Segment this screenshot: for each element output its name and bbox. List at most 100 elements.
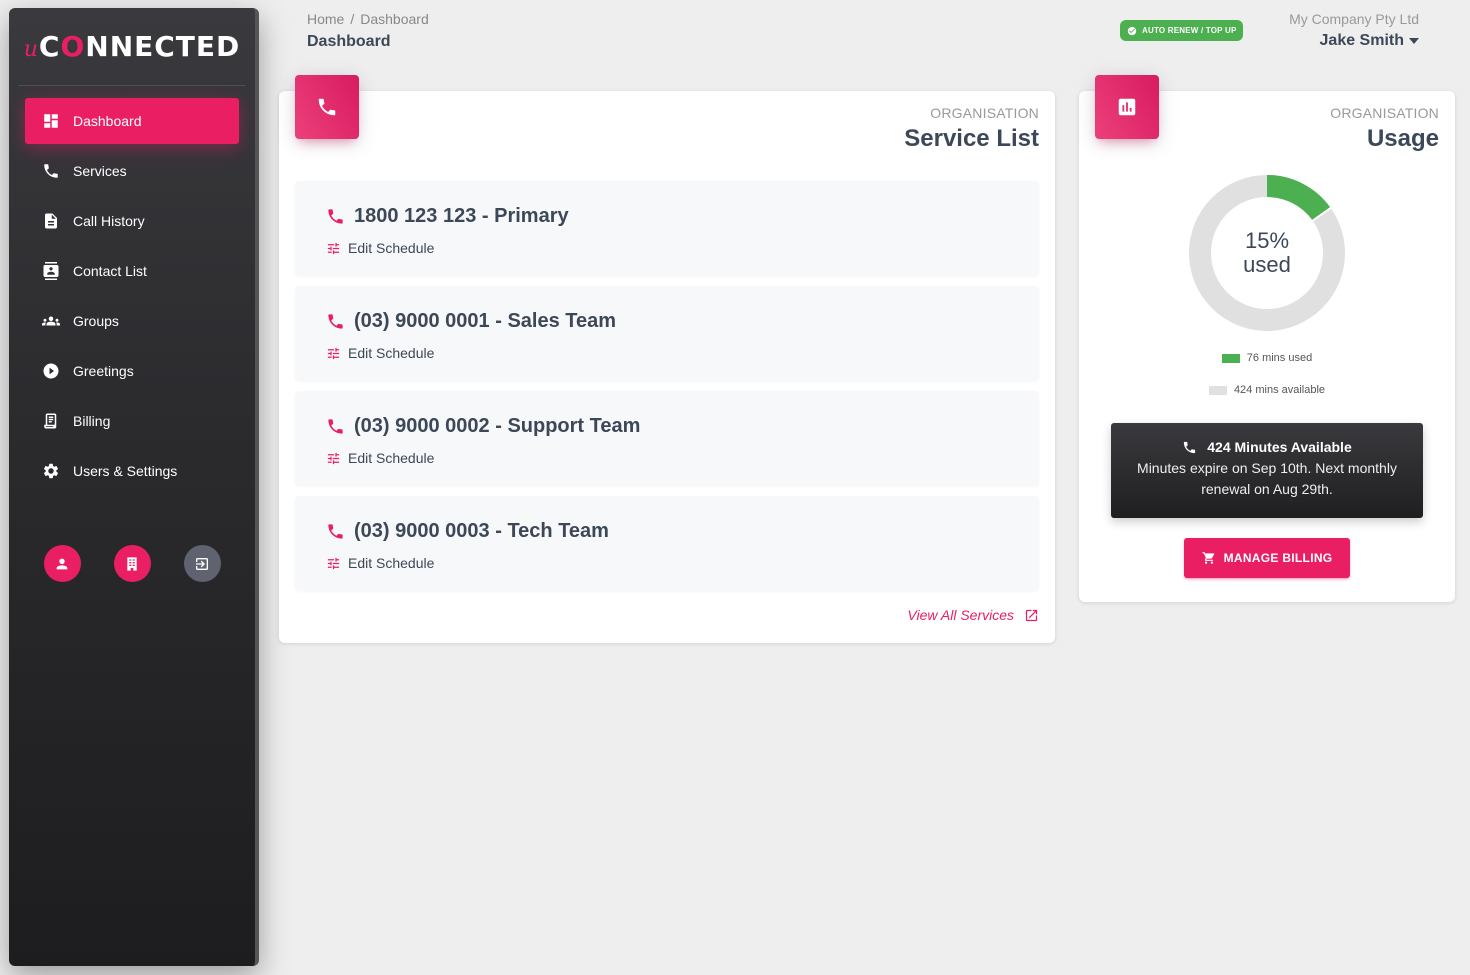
service-item[interactable]: (03) 9000 0003 - Tech Team Edit Schedule	[295, 496, 1039, 591]
phone-icon	[41, 161, 61, 181]
manage-billing-button[interactable]: MANAGE BILLING	[1184, 538, 1350, 578]
sidebar-item-dashboard[interactable]: Dashboard	[25, 98, 239, 144]
service-item[interactable]: (03) 9000 0001 - Sales Team Edit Schedul…	[295, 286, 1039, 381]
sidebar-item-call-history[interactable]: Call History	[25, 198, 239, 244]
minutes-heading-label: 424 Minutes Available	[1207, 439, 1352, 455]
service-name-label: 1800 123 123 - Primary	[354, 205, 569, 227]
edit-schedule-label: Edit Schedule	[348, 555, 435, 571]
legend-available: 424 mins available	[1079, 384, 1455, 396]
sidebar-item-label: Groups	[73, 313, 119, 329]
edit-schedule-link[interactable]: Edit Schedule	[326, 345, 1039, 361]
service-name[interactable]: (03) 9000 0003 - Tech Team	[326, 520, 1039, 543]
logout-icon	[196, 557, 208, 570]
sidebar-item-label: Contact List	[73, 263, 147, 279]
dashboard-icon	[41, 111, 61, 131]
sidebar-item-contact-list[interactable]: Contact List	[25, 248, 239, 294]
view-all-label: View All Services	[907, 607, 1014, 623]
legend-used-label: 76 mins used	[1246, 352, 1313, 364]
edit-schedule-label: Edit Schedule	[348, 240, 435, 256]
sidebar-item-users-settings[interactable]: Users & Settings	[25, 448, 239, 494]
caret-down-icon	[1409, 38, 1419, 44]
card-header-icon	[295, 75, 359, 139]
user-icon	[56, 558, 68, 569]
service-name[interactable]: (03) 9000 0002 - Support Team	[326, 415, 1039, 438]
sidebar-item-label: Greetings	[73, 363, 134, 379]
receipt-icon	[41, 411, 61, 431]
service-name-label: (03) 9000 0001 - Sales Team	[354, 310, 617, 332]
document-icon	[41, 211, 61, 231]
percent-used: 15%	[1244, 228, 1290, 253]
sliders-icon	[327, 347, 340, 359]
sidebar-item-billing[interactable]: Billing	[25, 398, 239, 444]
gear-icon	[41, 461, 61, 481]
phone-icon	[318, 98, 336, 116]
edit-schedule-link[interactable]: Edit Schedule	[326, 240, 1039, 256]
sidebar: uCONNECTED Dashboard Services Call Histo…	[9, 8, 259, 966]
auto-renew-badge[interactable]: AUTO RENEW / TOP UP	[1120, 20, 1244, 41]
user-menu[interactable]: Jake Smith	[1320, 32, 1419, 50]
card-category: ORGANISATION	[1330, 105, 1439, 121]
card-header-icon	[1095, 75, 1159, 139]
phone-icon	[328, 209, 343, 224]
page-title: Dashboard	[307, 33, 391, 50]
logo-text: uCONNECTED	[23, 30, 241, 63]
badge-label: AUTO RENEW / TOP UP	[1142, 26, 1237, 35]
sidebar-nav: Dashboard Services Call History Contact …	[9, 86, 255, 494]
view-all-services-link[interactable]: View All Services	[907, 607, 1039, 623]
service-list-card: ORGANISATION Service List 1800 123 123 -…	[279, 75, 1055, 643]
minutes-available-panel: 424 Minutes Available Minutes expire on …	[1111, 423, 1423, 518]
check-circle-icon	[1127, 26, 1137, 35]
sliders-icon	[327, 557, 340, 569]
sidebar-item-label: Users & Settings	[73, 463, 178, 479]
phone-icon	[328, 314, 343, 329]
edit-schedule-link[interactable]: Edit Schedule	[326, 450, 1039, 466]
breadcrumb: Home / Dashboard	[307, 11, 429, 27]
sidebar-item-label: Dashboard	[73, 113, 142, 129]
building-icon	[127, 556, 137, 571]
service-name[interactable]: (03) 9000 0001 - Sales Team	[326, 310, 1039, 333]
donut-center-label: 15% used	[1187, 173, 1347, 333]
logo[interactable]: uCONNECTED	[19, 8, 245, 86]
minutes-expiry-text: Minutes expire on Sep 10th. Next monthly…	[1137, 460, 1397, 497]
phone-icon	[328, 419, 343, 434]
service-item[interactable]: (03) 9000 0002 - Support Team Edit Sched…	[295, 391, 1039, 486]
sidebar-item-groups[interactable]: Groups	[25, 298, 239, 344]
phone-icon	[1184, 441, 1196, 453]
service-name[interactable]: 1800 123 123 - Primary	[326, 205, 1039, 228]
usage-donut: 15% used	[1187, 173, 1347, 333]
legend-available-label: 424 mins available	[1233, 384, 1326, 396]
manage-billing-label: MANAGE BILLING	[1223, 551, 1333, 565]
groups-icon	[41, 311, 61, 331]
breadcrumb-current[interactable]: Dashboard	[360, 11, 429, 27]
logout-button[interactable]	[183, 545, 221, 582]
bar-chart-icon	[1118, 98, 1136, 116]
service-name-label: (03) 9000 0002 - Support Team	[354, 415, 641, 437]
usage-card: ORGANISATION Usage 15% used 76 mins used…	[1079, 75, 1455, 602]
breadcrumb-home[interactable]: Home	[307, 11, 344, 27]
sidebar-item-greetings[interactable]: Greetings	[25, 348, 239, 394]
company-name: My Company Pty Ltd	[1289, 11, 1419, 27]
edit-schedule-link[interactable]: Edit Schedule	[326, 555, 1039, 571]
phone-icon	[328, 524, 343, 539]
profile-button[interactable]	[43, 545, 81, 582]
user-name: Jake Smith	[1319, 32, 1404, 49]
used-label: used	[1243, 252, 1291, 277]
service-list: 1800 123 123 - Primary Edit Schedule (03…	[295, 181, 1039, 601]
edit-schedule-label: Edit Schedule	[348, 345, 435, 361]
cart-icon	[1202, 552, 1214, 564]
edit-schedule-label: Edit Schedule	[348, 450, 435, 466]
card-title: Service List	[904, 125, 1039, 152]
sidebar-item-services[interactable]: Services	[25, 148, 239, 194]
sliders-icon	[327, 452, 340, 464]
sliders-icon	[327, 242, 340, 254]
minutes-heading: 424 Minutes Available	[1111, 439, 1423, 455]
sidebar-item-label: Call History	[73, 213, 145, 229]
play-circle-icon	[41, 361, 61, 381]
service-item[interactable]: 1800 123 123 - Primary Edit Schedule	[295, 181, 1039, 276]
legend-swatch-used	[1221, 353, 1240, 363]
legend-used: 76 mins used	[1079, 352, 1455, 364]
external-link-icon	[1025, 609, 1038, 621]
sidebar-quick-actions	[9, 545, 255, 582]
organisation-button[interactable]	[113, 545, 151, 582]
sidebar-item-label: Billing	[73, 413, 111, 429]
